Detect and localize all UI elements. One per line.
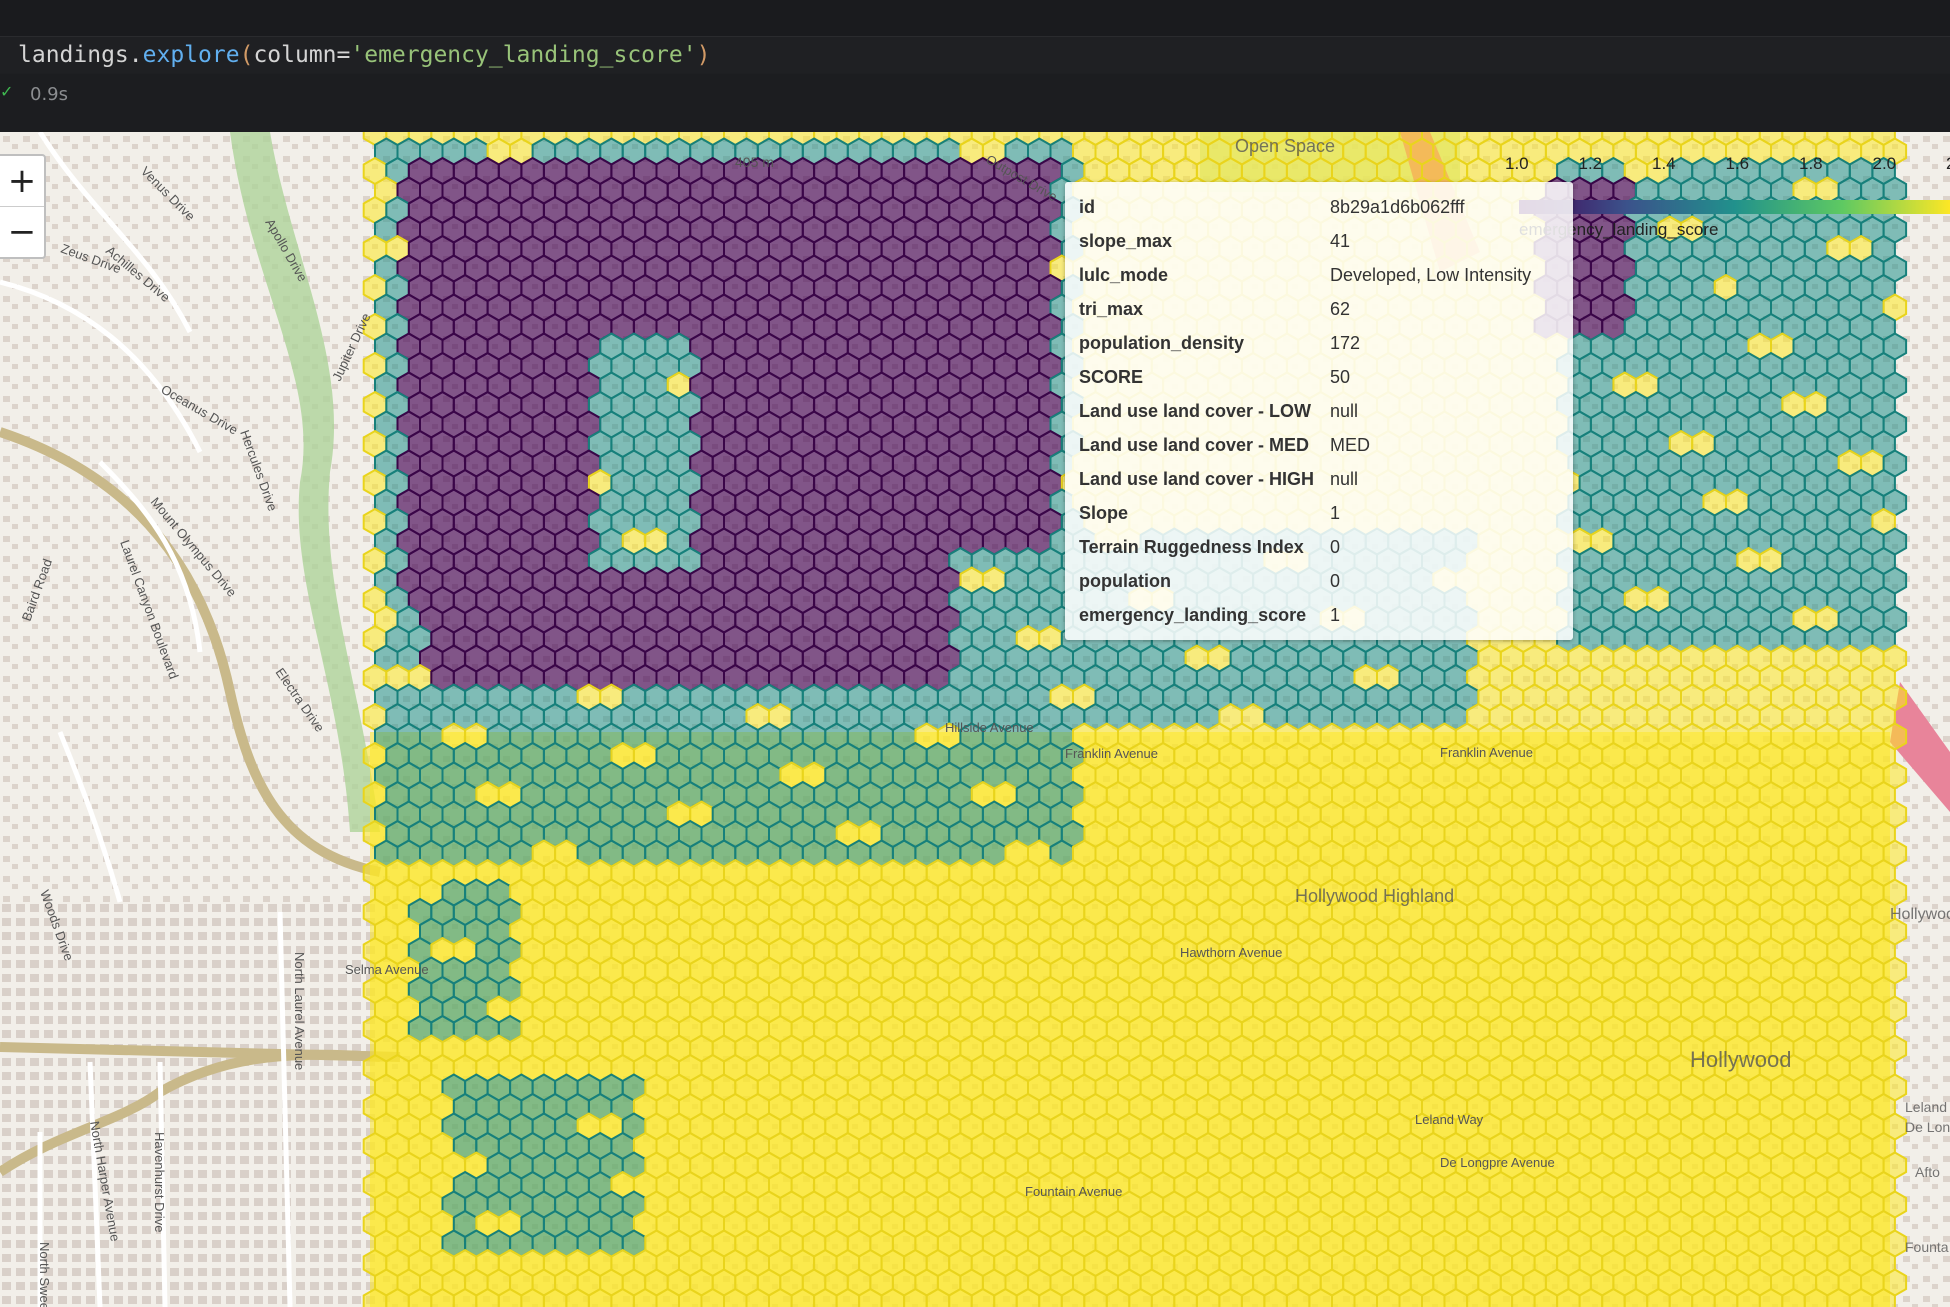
tooltip-row: Terrain Ruggedness Index 0 — [1079, 530, 1559, 564]
street-label: North Sweetzer Ave — [37, 1242, 52, 1307]
street-label: Hawthorn Avenue — [1180, 945, 1282, 960]
tooltip-key: population — [1079, 570, 1171, 591]
place-label: Open Space — [1235, 136, 1335, 156]
tooltip-row: population 0 — [1079, 564, 1559, 598]
street-label: Fountain Avenue — [1025, 1184, 1122, 1199]
place-label: Hollywood Vine — [1890, 906, 1950, 923]
street-label: Leland Way — [1415, 1112, 1484, 1127]
legend-tick-label: 1.4 — [1652, 154, 1676, 173]
tooltip-value: 1 — [1330, 502, 1341, 523]
tooltip-key: Terrain Ruggedness Index — [1079, 536, 1304, 557]
tooltip-value: 0 — [1330, 536, 1341, 557]
street-label: Franklin Avenue — [1065, 746, 1158, 761]
map-canvas[interactable]: Zeus DriveAchilles DriveVenus DriveApoll… — [0, 132, 1950, 1307]
code-arg-value: 'emergency_landing_score' — [350, 42, 697, 68]
tooltip-value: Developed, Low Intensity — [1330, 264, 1532, 285]
tooltip-row: population_density 172 — [1079, 326, 1559, 360]
street-label: Franklin Avenue — [1440, 745, 1533, 760]
check-icon: ✓ — [0, 82, 14, 101]
tooltip-key: Land use land cover - HIGH — [1079, 468, 1315, 489]
street-label: Selma Avenue — [345, 962, 429, 977]
tooltip-value: 50 — [1330, 366, 1351, 387]
tooltip-row: Land use land cover - HIGH null — [1079, 462, 1559, 496]
legend-tick-label: 1.6 — [1725, 154, 1750, 173]
street-label: Havenhurst Drive — [152, 1132, 167, 1232]
window-top-band — [0, 0, 1950, 36]
tooltip-value: 172 — [1330, 332, 1361, 353]
tooltip-key: tri_max — [1079, 298, 1144, 319]
elevation-label: 405 m — [735, 154, 774, 170]
tooltip-value: null — [1330, 468, 1359, 489]
tooltip-key: population_density — [1079, 332, 1245, 353]
tooltip-row: id 8b29a1d6b062fff — [1079, 190, 1559, 224]
street-label: Hillside Avenue — [945, 720, 1034, 735]
zoom-out-button[interactable]: − — [0, 206, 44, 257]
tooltip-row: Land use land cover - MED MED — [1079, 428, 1559, 462]
tooltip-value: 0 — [1330, 570, 1341, 591]
legend-tick-label: 1.2 — [1578, 154, 1603, 173]
tooltip-value: MED — [1330, 434, 1370, 455]
tooltip-row: Land use land cover - LOW null — [1079, 394, 1559, 428]
map-container[interactable]: Zeus Drive Achilles Drive Venus Drive Apoll… — [0, 132, 1950, 1307]
code-open-paren: ( — [239, 42, 254, 68]
code-dot: . — [128, 42, 143, 68]
code-arg-key: column= — [253, 42, 351, 68]
tooltip-value: 1 — [1330, 604, 1341, 625]
tooltip-key: Land use land cover - MED — [1079, 434, 1310, 455]
execution-status-bar — [0, 74, 1950, 132]
tooltip-value: 62 — [1330, 298, 1351, 319]
legend-tick-label: 1.8 — [1799, 154, 1823, 173]
legend-color-bar — [1519, 200, 1950, 214]
legend-tick-label: 1.0 — [1505, 154, 1529, 173]
street-label: De Longpre Avenue — [1440, 1155, 1555, 1170]
tooltip-key: Land use land cover - LOW — [1079, 400, 1312, 421]
tooltip-value: null — [1330, 400, 1359, 421]
basemap-buildings — [0, 902, 380, 1307]
execution-time: 0.9s — [30, 84, 69, 105]
code-line[interactable]: landings.explore(column='emergency_landi… — [18, 40, 710, 70]
tooltip-row: Slope 1 — [1079, 496, 1559, 530]
tooltip-key: lulc_mode — [1079, 264, 1169, 285]
tooltip-value: 8b29a1d6b062fff — [1330, 196, 1465, 217]
tooltip-key: SCORE — [1079, 366, 1144, 387]
tooltip-value: 41 — [1330, 230, 1351, 251]
tooltip-key: id — [1079, 196, 1095, 217]
place-label: Founta — [1905, 1239, 1949, 1255]
place-label: Hollywood — [1690, 1047, 1792, 1072]
tooltip-row: emergency_landing_score 1 — [1079, 598, 1559, 632]
tooltip-row: tri_max 62 — [1079, 292, 1559, 326]
code-object: landings — [18, 42, 129, 68]
tooltip-row: slope_max 41 — [1079, 224, 1559, 258]
code-method: explore — [142, 42, 240, 68]
tooltip-key: Slope — [1079, 502, 1129, 523]
place-label: Leland W — [1905, 1099, 1950, 1115]
legend-tick-label: 2.0 — [1872, 154, 1897, 173]
place-label: Afto — [1915, 1164, 1940, 1180]
legend-ticks: 1.0 1.2 1.4 1.6 1.8 2.0 2 — [1505, 152, 1950, 176]
code-close-paren: ) — [696, 42, 711, 68]
place-label: De Long — [1905, 1119, 1950, 1135]
zoom-control[interactable]: + − — [0, 154, 46, 259]
tooltip-key: emergency_landing_score — [1079, 604, 1307, 625]
tooltip-key: slope_max — [1079, 230, 1173, 251]
place-label: Hollywood Highland — [1295, 886, 1454, 906]
tooltip-table: id 8b29a1d6b062fff slope_max 41 lulc_mode Dev… — [1079, 190, 1559, 632]
street-label: North Laurel Avenue — [292, 952, 307, 1070]
tooltip-row: lulc_mode Developed, Low Intensity — [1079, 258, 1559, 292]
legend-tick-label: 2 — [1946, 154, 1950, 174]
feature-tooltip: id 8b29a1d6b062fff slope_max 41 lulc_mode Dev… — [1065, 182, 1573, 640]
tooltip-row: SCORE 50 — [1079, 360, 1559, 394]
zoom-in-button[interactable]: + — [0, 156, 44, 206]
